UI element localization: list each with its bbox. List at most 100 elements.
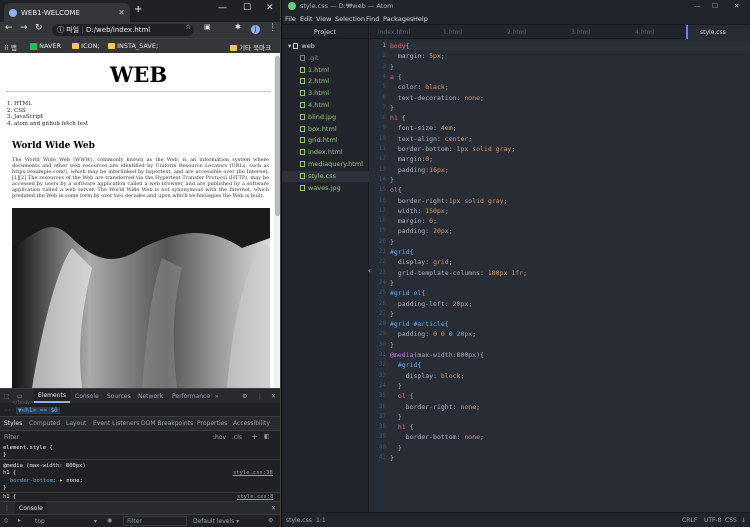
tree-item-box-html[interactable]: box.html bbox=[300, 125, 337, 133]
code-line[interactable]: ol { bbox=[390, 392, 414, 400]
browser-tab[interactable]: WEB1-WELCOME ✕ bbox=[4, 3, 130, 22]
devtools-menu-icon[interactable]: ⋮ bbox=[257, 393, 263, 400]
extension-icon[interactable]: ▣ bbox=[204, 23, 211, 31]
source-link-8[interactable]: style.css:8 bbox=[237, 494, 273, 500]
code-line[interactable]: } bbox=[390, 238, 394, 246]
bookmark-naver[interactable]: NAVER bbox=[30, 42, 61, 50]
tree-item-style-css[interactable]: style.css bbox=[300, 172, 336, 180]
tab-layout[interactable]: Layout bbox=[66, 420, 86, 427]
tree-item-mediaquery-html[interactable]: mediaquery.html bbox=[300, 160, 363, 168]
maximize-button[interactable]: ☐ bbox=[243, 3, 251, 13]
inspect-icon[interactable]: ⬚ bbox=[4, 393, 10, 400]
sidebar-toggle-icon[interactable]: ◧ bbox=[264, 433, 270, 440]
tab-performance[interactable]: Performance bbox=[172, 393, 210, 400]
code-line[interactable]: padding:16px; bbox=[390, 166, 449, 174]
tab-1-html[interactable]: 1.html bbox=[443, 29, 462, 36]
code-line[interactable]: border-bottom: 1px solid gray; bbox=[390, 145, 515, 153]
menu-selection[interactable]: Selection bbox=[335, 15, 365, 23]
code-line[interactable]: display: block; bbox=[390, 372, 465, 380]
tab-style-css[interactable]: style.css bbox=[700, 29, 726, 36]
code-line[interactable]: } bbox=[390, 413, 402, 421]
code-line[interactable]: width: 150px; bbox=[390, 207, 449, 215]
page-scrollbar[interactable] bbox=[274, 53, 280, 388]
selected-h1-node[interactable]: ▼<h1> == $0 bbox=[16, 407, 60, 414]
code-line[interactable]: padding-left: 20px; bbox=[390, 300, 472, 308]
minimize-button[interactable]: — bbox=[218, 3, 227, 13]
menu-edit[interactable]: Edit bbox=[300, 15, 313, 23]
puzzle-icon[interactable]: ✱ bbox=[235, 23, 241, 31]
code-line[interactable]: #grid #article{ bbox=[390, 320, 449, 328]
menu-view[interactable]: View bbox=[316, 15, 331, 23]
menu-file[interactable]: File bbox=[285, 15, 296, 23]
code-line[interactable]: } bbox=[390, 454, 394, 462]
tab-index-html[interactable]: index.html bbox=[378, 29, 410, 36]
hov-toggle[interactable]: :hov bbox=[213, 434, 226, 441]
code-line[interactable]: h1 { bbox=[390, 423, 414, 431]
console-settings-icon[interactable]: ⚙ bbox=[268, 517, 273, 524]
reload-icon[interactable]: ↻ bbox=[35, 23, 43, 33]
code-line[interactable]: border-bottom: none; bbox=[390, 433, 484, 441]
code-line[interactable]: } bbox=[390, 444, 402, 452]
bookmark-insta-save[interactable]: INSTA_SAVE; bbox=[108, 42, 158, 50]
back-icon[interactable]: ← bbox=[5, 23, 13, 33]
close-devtools-icon[interactable]: ✕ bbox=[271, 393, 276, 400]
code-line[interactable]: grid-template-columns: 180px 1fr; bbox=[390, 269, 527, 277]
cls-toggle[interactable]: .cls bbox=[232, 434, 242, 441]
tree-item-2-html[interactable]: 2.html bbox=[300, 77, 329, 85]
tree-item-1-html[interactable]: 1.html bbox=[300, 66, 329, 74]
code-line[interactable]: @media(max-width:800px){ bbox=[390, 351, 484, 359]
atom-maximize[interactable]: ☐ bbox=[712, 2, 718, 10]
code-line[interactable]: } bbox=[390, 382, 402, 390]
source-link-38[interactable]: style.css:38 bbox=[233, 470, 273, 476]
code-line[interactable]: display: grid; bbox=[390, 258, 453, 266]
code-line[interactable]: } bbox=[390, 63, 394, 71]
eye-icon[interactable]: ◉ bbox=[107, 517, 112, 524]
code-line[interactable]: #grid{ bbox=[390, 361, 422, 369]
code-line[interactable]: margin:0; bbox=[390, 155, 433, 163]
code-line[interactable]: border-right: none; bbox=[390, 403, 480, 411]
code-line[interactable]: padding: 20px; bbox=[390, 227, 453, 235]
grammar[interactable]: CSS bbox=[725, 517, 737, 524]
bookmark-other[interactable]: 기타 북마크 bbox=[230, 42, 271, 52]
code-line[interactable]: color: black; bbox=[390, 83, 449, 91]
download-icon[interactable]: ↓ bbox=[741, 517, 746, 524]
tree-item-4-html[interactable]: 4.html bbox=[300, 101, 329, 109]
tab-accessibility[interactable]: Accessibility bbox=[233, 420, 270, 427]
code-line[interactable]: a { bbox=[390, 73, 402, 81]
tree-item-grid-html[interactable]: grid.html bbox=[300, 136, 338, 144]
tab-2-html[interactable]: 2.html bbox=[507, 29, 526, 36]
styles-filter-input[interactable]: Filter bbox=[4, 434, 19, 441]
console-tab[interactable]: Console bbox=[15, 502, 47, 514]
sidebar-icon[interactable]: ▸ bbox=[18, 517, 21, 524]
code-line[interactable]: border-right:1px solid gray; bbox=[390, 197, 508, 205]
code-line[interactable]: } bbox=[390, 341, 394, 349]
gear-icon[interactable]: ⚙ bbox=[242, 393, 247, 400]
new-tab-button[interactable]: + bbox=[134, 4, 142, 15]
tree-item-3-html[interactable]: 3.html bbox=[300, 89, 329, 97]
context-select[interactable]: top bbox=[35, 518, 45, 525]
menu-kebab-icon[interactable]: ⋮ bbox=[268, 23, 277, 33]
bookmark-apps[interactable]: ⠿ 앱 bbox=[4, 42, 17, 52]
log-levels-select[interactable]: Default levels ▾ bbox=[193, 518, 239, 525]
code-line[interactable]: font-size: 4em; bbox=[390, 124, 457, 132]
tab-event-listeners[interactable]: Event Listeners bbox=[93, 420, 139, 427]
tab-sources[interactable]: Sources bbox=[107, 393, 131, 400]
device-icon[interactable]: ▭ bbox=[17, 393, 23, 400]
code-editor[interactable]: body{ margin: 5px;} a { color: black; tex… bbox=[390, 39, 750, 512]
nav-link-atom[interactable]: 4. atom and github fetch test bbox=[7, 121, 280, 128]
code-line[interactable]: } bbox=[390, 104, 394, 112]
file-encoding[interactable]: UTF-8 bbox=[704, 517, 722, 524]
atom-minimize[interactable]: — bbox=[694, 2, 701, 10]
menu-packages[interactable]: Packages bbox=[383, 15, 413, 23]
tab-network[interactable]: Network bbox=[138, 393, 163, 400]
code-line[interactable]: #grid ol{ bbox=[390, 289, 425, 297]
tab-dom-breakpoints[interactable]: DOM Breakpoints bbox=[141, 420, 193, 427]
star-icon[interactable]: ☆ bbox=[185, 23, 191, 31]
drawer-menu-icon[interactable]: ⋮ bbox=[4, 505, 10, 512]
atom-close[interactable]: ✕ bbox=[734, 2, 739, 10]
cursor-position[interactable]: 1:1 bbox=[316, 517, 326, 524]
line-ending[interactable]: CRLF bbox=[682, 517, 697, 524]
style-declaration[interactable]: border-bottom: ▸ none; bbox=[10, 478, 83, 484]
add-rule-icon[interactable]: + bbox=[251, 432, 258, 441]
tab-elements[interactable]: Elements bbox=[34, 389, 70, 403]
